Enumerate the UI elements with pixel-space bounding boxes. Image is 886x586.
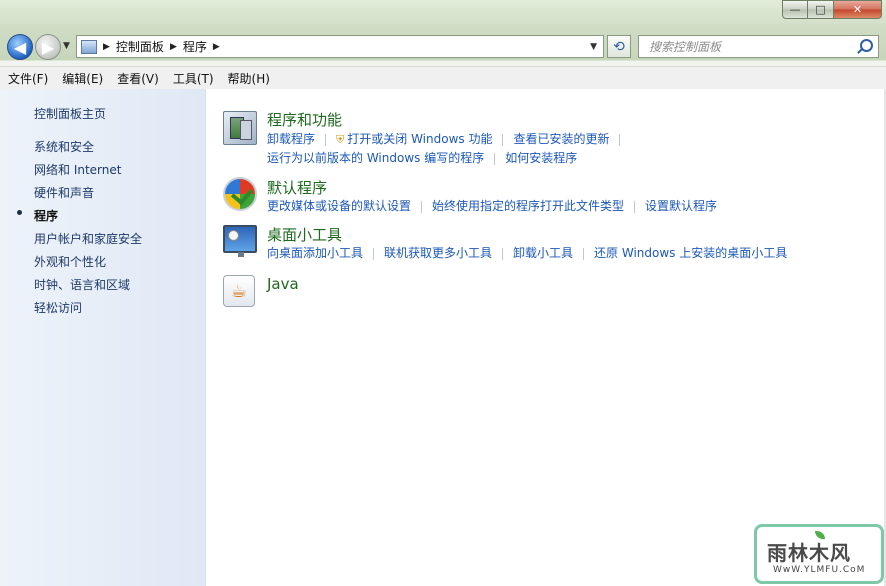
- link-separator: [502, 133, 504, 146]
- link-separator: [502, 247, 504, 260]
- desktop-gadgets-icon[interactable]: [223, 225, 257, 257]
- programs-features-icon[interactable]: [223, 111, 257, 145]
- watermark-url: WwW.YLMFU.CoM: [773, 565, 866, 575]
- link-change-media-defaults[interactable]: 更改媒体或设备的默认设置: [267, 199, 411, 213]
- current-item-bullet-icon: [17, 210, 22, 215]
- link-separator: [421, 200, 423, 213]
- menu-help[interactable]: 帮助(H): [220, 70, 276, 87]
- sidebar-item-clock-language[interactable]: 时钟、语言和区域: [34, 276, 130, 293]
- link-restore-gadgets[interactable]: 还原 Windows 上安装的桌面小工具: [594, 246, 787, 260]
- category-links: 卸载程序 ⛨ 打开或关闭 Windows 功能 查看已安装的更新: [267, 130, 630, 147]
- control-panel-icon: [81, 39, 97, 54]
- menu-edit[interactable]: 编辑(E): [54, 70, 109, 87]
- category-links: 更改媒体或设备的默认设置 始终使用指定的程序打开此文件类型 设置默认程序: [267, 197, 717, 214]
- main-content: 程序和功能 卸载程序 ⛨ 打开或关闭 Windows 功能 查看已安装的更新 运行为以…: [206, 89, 886, 586]
- sidebar-item-system-security[interactable]: 系统和安全: [34, 138, 94, 155]
- menu-view[interactable]: 查看(V): [109, 70, 165, 87]
- watermark-logo: 雨林木风 WwW.YLMFU.CoM: [754, 524, 884, 584]
- breadcrumb-separator-icon[interactable]: ▶: [170, 42, 177, 52]
- java-icon[interactable]: ☕: [223, 275, 255, 307]
- search-icon[interactable]: [860, 39, 873, 52]
- search-input[interactable]: [647, 36, 851, 58]
- menu-bar: 文件(F) 编辑(E) 查看(V) 工具(T) 帮助(H): [0, 66, 886, 90]
- sidebar: 控制面板主页 系统和安全 网络和 Internet 硬件和声音 程序 用户帐户和…: [0, 89, 206, 586]
- category-title[interactable]: 程序和功能: [267, 109, 342, 130]
- close-button[interactable]: ✕: [834, 0, 882, 19]
- link-uninstall-gadget[interactable]: 卸载小工具: [513, 246, 573, 260]
- link-how-to-install[interactable]: 如何安装程序: [505, 151, 577, 165]
- default-programs-icon[interactable]: [223, 177, 257, 211]
- sidebar-item-user-accounts[interactable]: 用户帐户和家庭安全: [34, 230, 142, 247]
- sidebar-item-programs[interactable]: 程序: [34, 207, 58, 224]
- caption-buttons: — □ ✕: [782, 0, 882, 20]
- link-separator: [634, 200, 636, 213]
- sidebar-item-home[interactable]: 控制面板主页: [34, 105, 106, 122]
- watermark-text: 雨林木风: [767, 541, 851, 565]
- search-box[interactable]: [638, 35, 879, 58]
- link-compatibility[interactable]: 运行为以前版本的 Windows 编写的程序: [267, 151, 484, 165]
- back-arrow-icon[interactable]: ◀: [7, 34, 33, 60]
- breadcrumb-separator-icon[interactable]: ▶: [103, 42, 110, 52]
- link-windows-features[interactable]: 打开或关闭 Windows 功能: [347, 132, 492, 146]
- menu-file[interactable]: 文件(F): [0, 70, 54, 87]
- maximize-button[interactable]: □: [808, 0, 834, 19]
- address-bar[interactable]: ▶ 控制面板 ▶ 程序 ▶ ▼: [76, 35, 604, 58]
- minimize-button[interactable]: —: [782, 0, 808, 19]
- control-panel-window: — □ ✕ ◀ ▶ ▼ ▶ 控制面板 ▶ 程序 ▶ ▼ ⟲ 文件(F) 编辑(E…: [0, 0, 886, 586]
- refresh-icon[interactable]: ⟲: [607, 35, 631, 58]
- breadcrumb-programs[interactable]: 程序: [183, 38, 207, 55]
- link-installed-updates[interactable]: 查看已安装的更新: [513, 132, 609, 146]
- navigation-bar: ◀ ▶ ▼ ▶ 控制面板 ▶ 程序 ▶ ▼ ⟲: [0, 30, 886, 64]
- sidebar-item-ease-of-access[interactable]: 轻松访问: [34, 299, 82, 316]
- category-title[interactable]: 默认程序: [267, 177, 327, 198]
- category-title[interactable]: 桌面小工具: [267, 224, 342, 245]
- recent-pages-dropdown-icon[interactable]: ▼: [63, 41, 70, 51]
- link-get-more-gadgets[interactable]: 联机获取更多小工具: [384, 246, 492, 260]
- sidebar-item-network[interactable]: 网络和 Internet: [34, 161, 121, 178]
- category-title[interactable]: Java: [267, 275, 299, 293]
- link-set-default-programs[interactable]: 设置默认程序: [645, 199, 717, 213]
- category-links-row-2: 运行为以前版本的 Windows 编写的程序 如何安装程序: [267, 149, 577, 166]
- link-separator: [583, 247, 585, 260]
- shield-icon: ⛨: [336, 133, 345, 146]
- category-links: 向桌面添加小工具 联机获取更多小工具 卸载小工具 还原 Windows 上安装的桌面小…: [267, 244, 787, 261]
- breadcrumb-control-panel[interactable]: 控制面板: [116, 38, 164, 55]
- menu-tools[interactable]: 工具(T): [165, 70, 220, 87]
- sidebar-item-hardware-sound[interactable]: 硬件和声音: [34, 184, 94, 201]
- link-separator: [619, 133, 621, 146]
- breadcrumb-separator-icon[interactable]: ▶: [213, 42, 220, 52]
- link-separator: [325, 133, 327, 146]
- link-uninstall-program[interactable]: 卸载程序: [267, 132, 315, 146]
- link-separator: [494, 152, 496, 165]
- address-dropdown-icon[interactable]: ▼: [590, 42, 597, 52]
- forward-arrow-icon[interactable]: ▶: [35, 34, 61, 60]
- sidebar-item-appearance[interactable]: 外观和个性化: [34, 253, 106, 270]
- link-separator: [373, 247, 375, 260]
- link-add-gadgets[interactable]: 向桌面添加小工具: [267, 246, 363, 260]
- link-file-type-association[interactable]: 始终使用指定的程序打开此文件类型: [432, 199, 624, 213]
